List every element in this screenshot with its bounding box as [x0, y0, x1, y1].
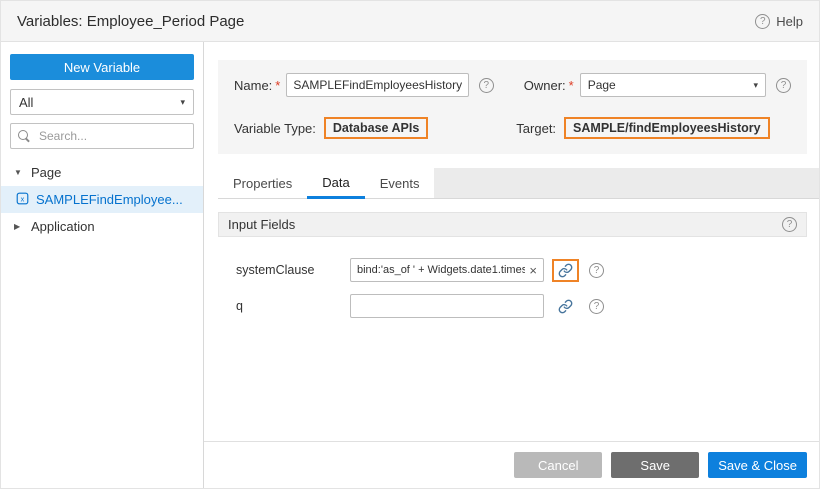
input-fields-list: systemClause bind:'as_of ' + Widgets.dat… — [218, 246, 807, 318]
body: New Variable All ▾ ▼ Page x — [1, 42, 819, 488]
q-help-icon[interactable]: ? — [589, 299, 604, 314]
help-label: Help — [776, 14, 803, 29]
form-row-name-owner: Name: * ? Owner: * Page ▾ ? — [234, 73, 791, 97]
link-icon — [558, 263, 573, 278]
owner-help-icon[interactable]: ? — [776, 78, 791, 93]
tab-data[interactable]: Data — [307, 168, 364, 199]
variables-tree: ▼ Page x SAMPLEFindEmployee... ▶ Applica… — [1, 159, 203, 240]
input-fields-header: Input Fields ? — [218, 212, 807, 237]
tab-events[interactable]: Events — [365, 168, 435, 199]
target-highlight: SAMPLE/findEmployeesHistory — [564, 117, 770, 139]
main-panel: Name: * ? Owner: * Page ▾ ? Variable Typ… — [204, 42, 819, 488]
owner-label: Owner: — [524, 78, 566, 93]
field-row-q: q ? — [218, 294, 807, 318]
variable-form: Name: * ? Owner: * Page ▾ ? Variable Typ… — [218, 60, 807, 154]
tree-collapsed-icon: ▶ — [14, 222, 24, 231]
sidebar: New Variable All ▾ ▼ Page x — [1, 42, 204, 488]
clear-icon[interactable]: × — [529, 264, 537, 277]
tree-item-variable-selected[interactable]: x SAMPLEFindEmployee... — [1, 186, 203, 213]
owner-value: Page — [588, 78, 616, 92]
tree-item-application[interactable]: ▶ Application — [1, 213, 203, 240]
name-label: Name: — [234, 78, 272, 93]
q-input[interactable] — [350, 294, 544, 318]
variable-type-value: Database APIs — [333, 121, 419, 135]
cancel-button[interactable]: Cancel — [514, 452, 602, 478]
variable-type-highlight: Database APIs — [324, 117, 428, 139]
systemclause-link-highlight[interactable] — [552, 259, 579, 282]
form-row-type-target: Variable Type: Database APIs Target: SAM… — [234, 117, 791, 139]
required-marker: * — [275, 78, 280, 93]
target-label: Target: — [516, 121, 556, 136]
new-variable-button[interactable]: New Variable — [10, 54, 194, 80]
tree-item-label: Page — [31, 165, 61, 180]
input-fields-help-icon[interactable]: ? — [782, 217, 797, 232]
name-input[interactable] — [286, 73, 468, 97]
tree-item-label: SAMPLEFindEmployee... — [36, 192, 183, 207]
variable-type-label: Variable Type: — [234, 121, 316, 136]
svg-text:x: x — [21, 194, 25, 203]
filter-dropdown[interactable]: All ▾ — [10, 89, 194, 115]
systemclause-input[interactable]: bind:'as_of ' + Widgets.date1.timestam × — [350, 258, 544, 282]
tab-bar: Properties Data Events — [218, 168, 819, 199]
field-row-systemclause: systemClause bind:'as_of ' + Widgets.dat… — [218, 258, 807, 282]
input-fields-title: Input Fields — [228, 217, 295, 232]
required-marker: * — [569, 78, 574, 93]
q-link-button[interactable] — [552, 295, 579, 318]
help-icon: ? — [755, 14, 770, 29]
search-input[interactable] — [37, 128, 186, 144]
systemclause-help-icon[interactable]: ? — [589, 263, 604, 278]
tree-expanded-icon: ▼ — [14, 168, 24, 177]
tab-properties[interactable]: Properties — [218, 168, 307, 199]
save-close-button[interactable]: Save & Close — [708, 452, 807, 478]
link-icon — [558, 299, 573, 314]
chevron-down-icon: ▾ — [753, 80, 758, 91]
help-button[interactable]: ? Help — [755, 14, 803, 29]
variable-icon: x — [16, 192, 29, 208]
target-value: SAMPLE/findEmployeesHistory — [573, 121, 761, 135]
tree-item-page[interactable]: ▼ Page — [1, 159, 203, 186]
owner-select[interactable]: Page ▾ — [580, 73, 766, 97]
tab-bar-filler — [434, 168, 819, 199]
search-box — [10, 123, 194, 149]
search-icon — [18, 130, 31, 143]
chevron-down-icon: ▾ — [180, 97, 185, 108]
systemclause-label: systemClause — [218, 263, 350, 277]
header-bar: Variables: Employee_Period Page ? Help — [1, 1, 819, 42]
page-title: Variables: Employee_Period Page — [17, 13, 244, 30]
systemclause-value: bind:'as_of ' + Widgets.date1.timestam — [357, 264, 525, 276]
save-button[interactable]: Save — [611, 452, 699, 478]
footer-bar: Cancel Save Save & Close — [204, 441, 819, 488]
tree-item-label: Application — [31, 219, 95, 234]
name-help-icon[interactable]: ? — [479, 78, 494, 93]
filter-value: All — [19, 95, 33, 110]
app-window: Variables: Employee_Period Page ? Help N… — [0, 0, 820, 489]
q-label: q — [218, 299, 350, 313]
